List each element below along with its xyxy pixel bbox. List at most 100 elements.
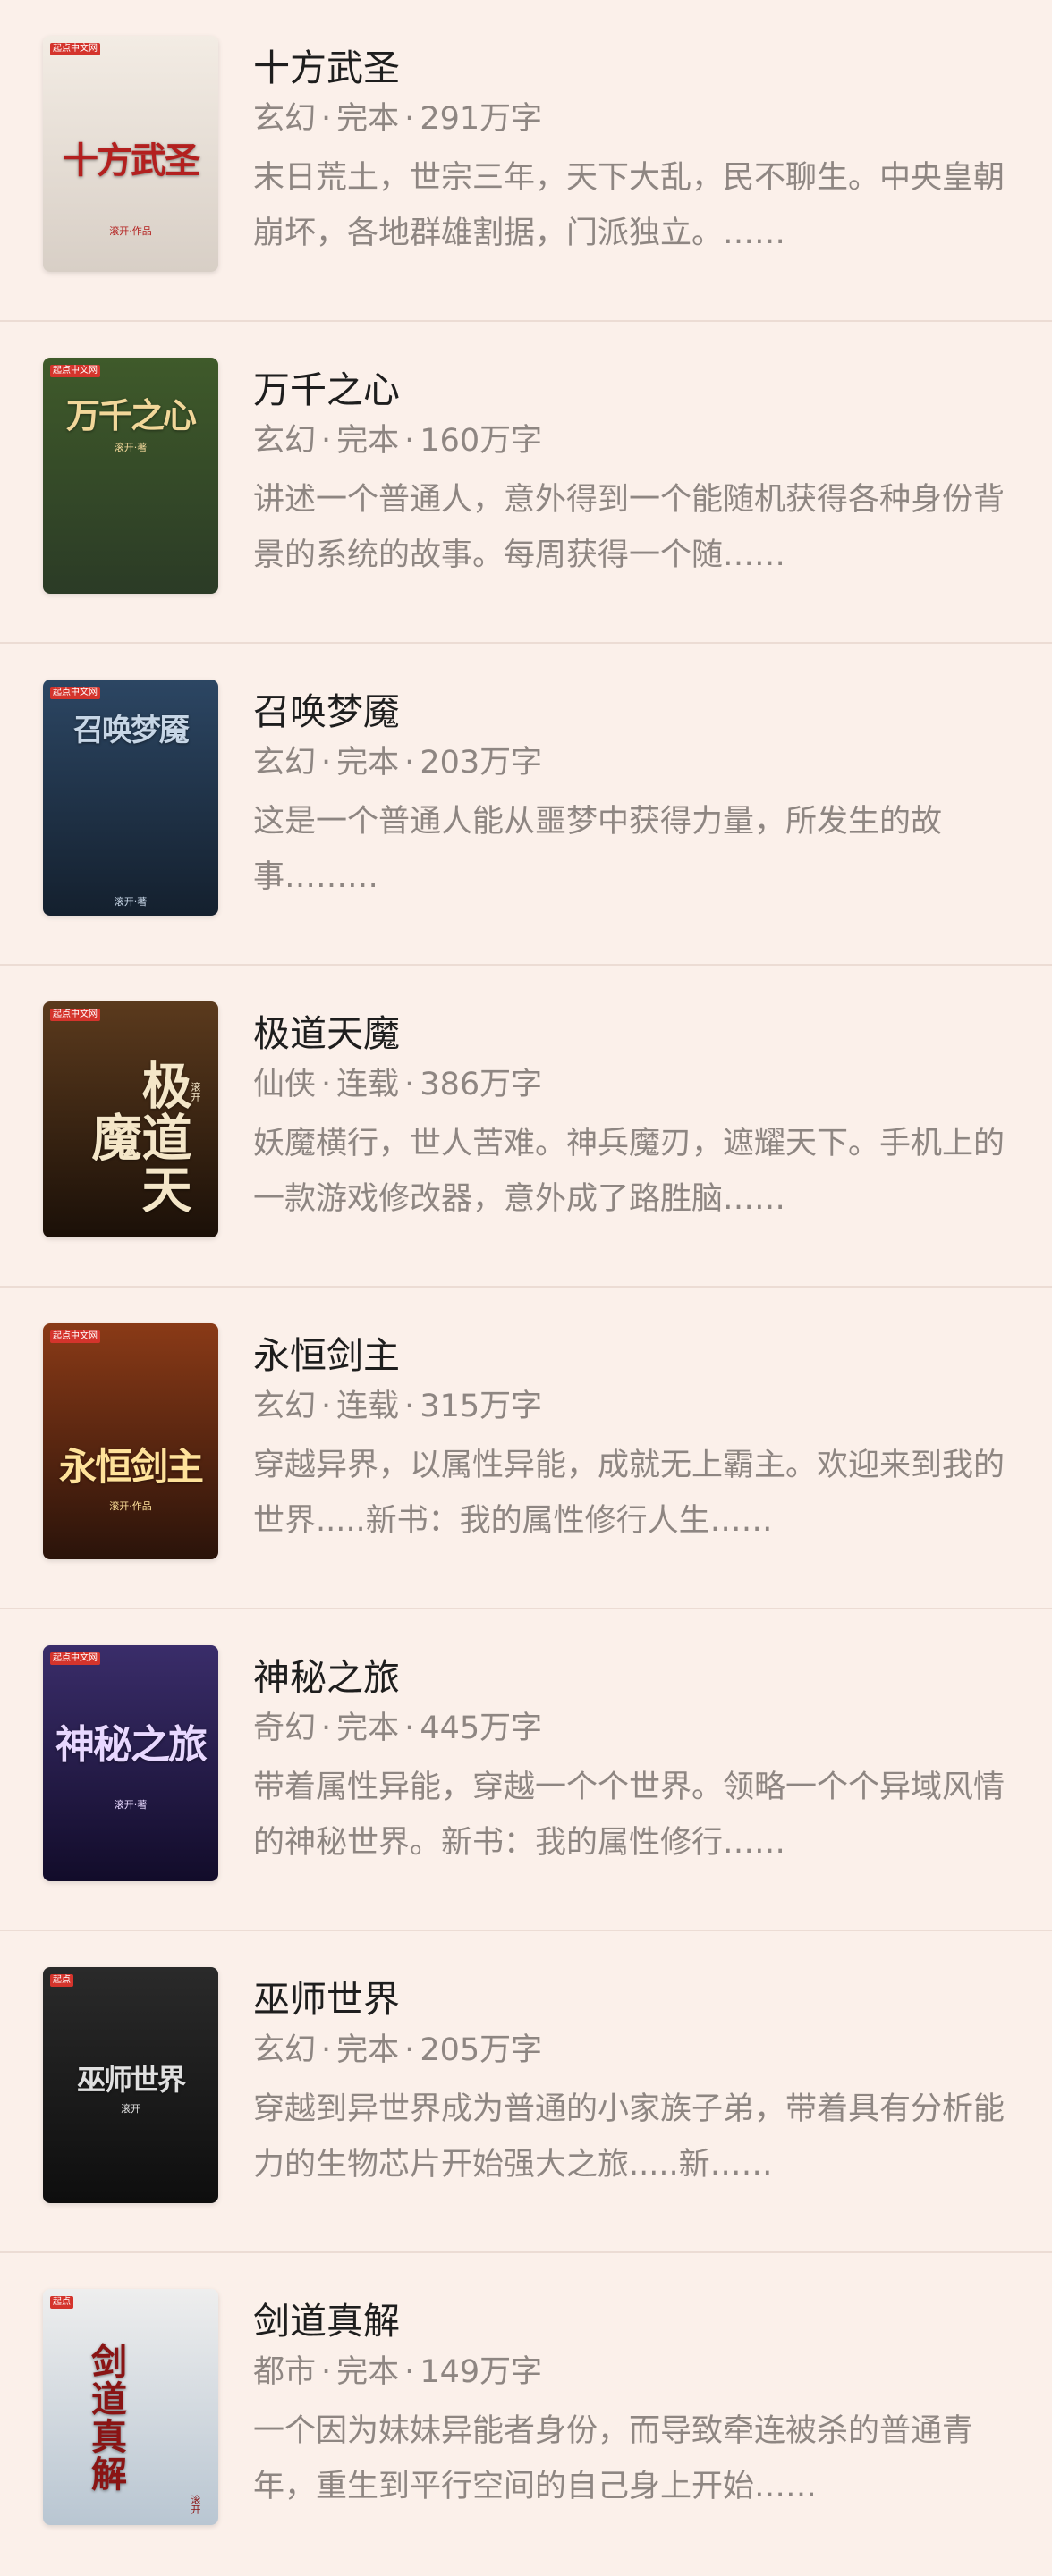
book-status: 连载 bbox=[336, 1067, 400, 1102]
meta-separator: · bbox=[321, 1067, 332, 1102]
book-cover[interactable]: 起点 剑道真解 滚开 bbox=[43, 2289, 218, 2525]
meta-separator: · bbox=[321, 423, 332, 459]
book-status: 完本 bbox=[336, 2032, 400, 2068]
meta-separator: · bbox=[404, 1067, 415, 1102]
book-row[interactable]: 起点中文网 万千之心 滚开·著 万千之心 玄幻 · 完本 · 160万字 讲述一个普通人… bbox=[0, 322, 1052, 644]
book-description: 这是一个普通人能从噩梦中获得力量，所发生的故事……… bbox=[253, 804, 943, 895]
book-title[interactable]: 剑道真解 bbox=[253, 2298, 1009, 2344]
cover-author: 滚开·著 bbox=[114, 442, 148, 453]
book-title[interactable]: 召唤梦魇 bbox=[253, 688, 1009, 735]
book-row[interactable]: 起点中文网 召唤梦魇 滚开·著 召唤梦魇 玄幻 · 完本 · 203万字 这是一个普通人… bbox=[0, 644, 1052, 966]
book-status: 完本 bbox=[336, 101, 400, 137]
book-info: 十方武圣 玄幻 · 完本 · 291万字 末日荒土，世宗三年，天下大乱，民不聊生。中央皇… bbox=[253, 45, 1009, 261]
book-genre: 玄幻 bbox=[253, 423, 317, 459]
book-list: 起点中文网 十方武圣 滚开·作品 十方武圣 玄幻 · 完本 · 291万字 末日荒土，世… bbox=[0, 0, 1052, 2576]
word-count: 315万字 bbox=[420, 1389, 543, 1424]
book-title[interactable]: 神秘之旅 bbox=[253, 1654, 1009, 1701]
book-cover[interactable]: 起点中文网 万千之心 滚开·著 bbox=[43, 358, 218, 594]
book-title[interactable]: 万千之心 bbox=[253, 367, 1009, 413]
word-count: 291万字 bbox=[420, 101, 543, 137]
book-cover[interactable]: 起点中文网 召唤梦魇 滚开·著 bbox=[43, 680, 218, 916]
word-count: 149万字 bbox=[420, 2354, 543, 2390]
book-info: 极道天魔 仙侠 · 连载 · 386万字 妖魔横行，世人苦难。神兵魔刃，遮耀天下。手机上… bbox=[253, 1010, 1009, 1227]
cover-author: 滚开·作品 bbox=[109, 1500, 152, 1512]
meta-separator: · bbox=[321, 1710, 332, 1746]
book-status: 完本 bbox=[336, 2354, 400, 2390]
book-title[interactable]: 十方武圣 bbox=[253, 45, 1009, 91]
book-status: 连载 bbox=[336, 1389, 400, 1424]
publisher-badge: 起点中文网 bbox=[50, 1009, 100, 1021]
cover-author: 滚开 bbox=[190, 2495, 201, 2514]
book-row[interactable]: 起点 剑道真解 滚开 剑道真解 都市 · 完本 · 149万字 一个因为妹妹异能者身份，… bbox=[0, 2253, 1052, 2575]
book-row[interactable]: 起点 巫师世界 滚开 巫师世界 玄幻 · 完本 · 205万字 穿越到异世界成为普通的小… bbox=[0, 1931, 1052, 2253]
book-description: 一个因为妹妹异能者身份，而导致牵连被杀的普通青年，重生到平行空间的自己身上开始…… bbox=[253, 2413, 974, 2504]
book-status: 完本 bbox=[336, 745, 400, 781]
cover-author: 滚开·著 bbox=[114, 1799, 148, 1811]
meta-separator: · bbox=[404, 2354, 415, 2390]
meta-separator: · bbox=[321, 2354, 332, 2390]
book-row[interactable]: 起点中文网 极道天魔 滚开 极道天魔 仙侠 · 连载 · 386万字 妖魔横行，世人苦难… bbox=[0, 966, 1052, 1288]
book-genre: 都市 bbox=[253, 2354, 317, 2390]
book-cover[interactable]: 起点中文网 十方武圣 滚开·作品 bbox=[43, 36, 218, 272]
publisher-badge: 起点 bbox=[50, 2296, 73, 2309]
book-info: 召唤梦魇 玄幻 · 完本 · 203万字 这是一个普通人能从噩梦中获得力量，所发生的故事… bbox=[253, 688, 1009, 905]
book-meta: 玄幻 · 完本 · 291万字 bbox=[253, 98, 1009, 139]
cover-author: 滚开·著 bbox=[114, 896, 148, 908]
book-meta: 仙侠 · 连载 · 386万字 bbox=[253, 1064, 1009, 1105]
book-meta: 玄幻 · 完本 · 160万字 bbox=[253, 420, 1009, 461]
book-genre: 玄幻 bbox=[253, 1389, 317, 1424]
cover-title: 永恒剑主 bbox=[58, 1445, 204, 1489]
book-cover[interactable]: 起点中文网 极道天魔 滚开 bbox=[43, 1001, 218, 1237]
word-count: 445万字 bbox=[420, 1710, 543, 1746]
book-meta: 玄幻 · 完本 · 205万字 bbox=[253, 2030, 1009, 2071]
book-title[interactable]: 永恒剑主 bbox=[253, 1332, 1009, 1379]
book-genre: 玄幻 bbox=[253, 2032, 317, 2068]
cover-title: 万千之心 bbox=[65, 395, 197, 435]
book-title[interactable]: 极道天魔 bbox=[253, 1010, 1009, 1057]
cover-title: 召唤梦魇 bbox=[73, 713, 190, 748]
cover-title: 极道天魔 bbox=[83, 1060, 192, 1215]
meta-separator: · bbox=[321, 1389, 332, 1424]
meta-separator: · bbox=[404, 101, 415, 137]
word-count: 205万字 bbox=[420, 2032, 543, 2068]
book-description: 妖魔横行，世人苦难。神兵魔刃，遮耀天下。手机上的一款游戏修改器，意外成了路胜脑…… bbox=[253, 1126, 1005, 1217]
book-status: 完本 bbox=[336, 423, 400, 459]
book-genre: 仙侠 bbox=[253, 1067, 317, 1102]
book-meta: 玄幻 · 连载 · 315万字 bbox=[253, 1386, 1009, 1427]
cover-author: 滚开 bbox=[121, 2103, 140, 2115]
book-genre: 玄幻 bbox=[253, 101, 317, 137]
book-description: 讲述一个普通人，意外得到一个能随机获得各种身份背景的系统的故事。每周获得一个随…… bbox=[253, 482, 1005, 573]
word-count: 160万字 bbox=[420, 423, 543, 459]
book-cover[interactable]: 起点中文网 神秘之旅 滚开·著 bbox=[43, 1645, 218, 1881]
book-cover[interactable]: 起点中文网 永恒剑主 滚开·作品 bbox=[43, 1323, 218, 1559]
book-genre: 玄幻 bbox=[253, 745, 317, 781]
book-genre: 奇幻 bbox=[253, 1710, 317, 1746]
publisher-badge: 起点 bbox=[50, 1974, 73, 1987]
book-status: 完本 bbox=[336, 1710, 400, 1746]
book-description: 末日荒土，世宗三年，天下大乱，民不聊生。中央皇朝崩坏，各地群雄割据，门派独立。…… bbox=[253, 160, 1005, 251]
book-info: 万千之心 玄幻 · 完本 · 160万字 讲述一个普通人，意外得到一个能随机获得各种身份… bbox=[253, 367, 1009, 583]
cover-title: 神秘之旅 bbox=[55, 1722, 208, 1768]
publisher-badge: 起点中文网 bbox=[50, 43, 100, 55]
cover-author: 滚开 bbox=[190, 1082, 201, 1102]
book-description: 穿越到异世界成为普通的小家族子弟，带着具有分析能力的生物芯片开始强大之旅....… bbox=[253, 2091, 1005, 2183]
book-row[interactable]: 起点中文网 十方武圣 滚开·作品 十方武圣 玄幻 · 完本 · 291万字 末日荒土，世… bbox=[0, 0, 1052, 322]
meta-separator: · bbox=[404, 423, 415, 459]
meta-separator: · bbox=[321, 745, 332, 781]
book-meta: 奇幻 · 完本 · 445万字 bbox=[253, 1708, 1009, 1749]
book-cover[interactable]: 起点 巫师世界 滚开 bbox=[43, 1967, 218, 2203]
meta-separator: · bbox=[321, 101, 332, 137]
book-description: 带着属性异能，穿越一个个世界。领略一个个异域风情的神秘世界。新书：我的属性修行…… bbox=[253, 1769, 1005, 1861]
meta-separator: · bbox=[404, 1389, 415, 1424]
book-row[interactable]: 起点中文网 永恒剑主 滚开·作品 永恒剑主 玄幻 · 连载 · 315万字 穿越异界，以… bbox=[0, 1288, 1052, 1609]
book-meta: 玄幻 · 完本 · 203万字 bbox=[253, 742, 1009, 783]
book-title[interactable]: 巫师世界 bbox=[253, 1976, 1009, 2023]
meta-separator: · bbox=[404, 1710, 415, 1746]
book-info: 神秘之旅 奇幻 · 完本 · 445万字 带着属性异能，穿越一个个世界。领略一个个异域风… bbox=[253, 1654, 1009, 1871]
book-info: 永恒剑主 玄幻 · 连载 · 315万字 穿越异界，以属性异能，成就无上霸主。欢迎来到我… bbox=[253, 1332, 1009, 1549]
publisher-badge: 起点中文网 bbox=[50, 1330, 100, 1343]
publisher-badge: 起点中文网 bbox=[50, 365, 100, 377]
cover-author: 滚开·作品 bbox=[109, 225, 152, 237]
book-row[interactable]: 起点中文网 神秘之旅 滚开·著 神秘之旅 奇幻 · 完本 · 445万字 带着属性异能，… bbox=[0, 1609, 1052, 1931]
cover-title: 剑道真解 bbox=[85, 2343, 127, 2493]
